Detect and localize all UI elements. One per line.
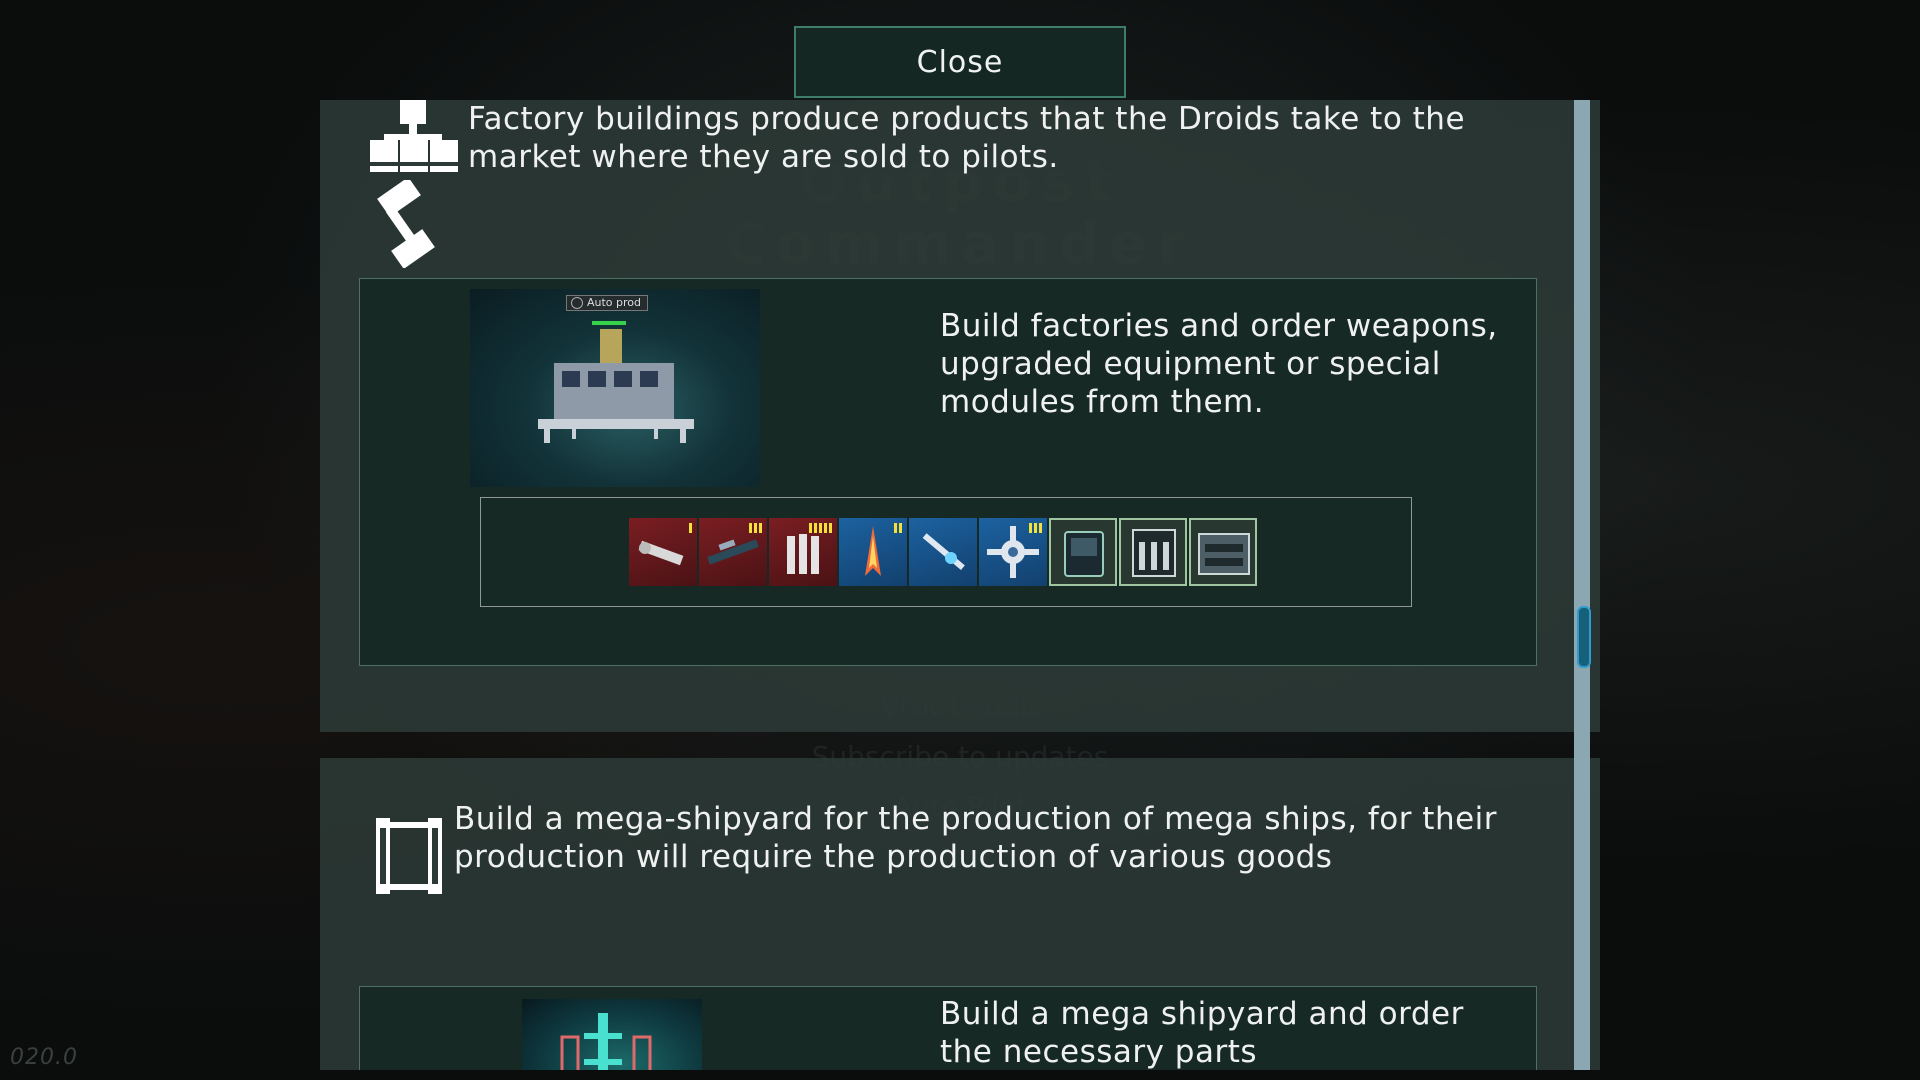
product-item-tile[interactable] [769, 518, 837, 586]
scrollbar-thumb[interactable] [1577, 606, 1591, 668]
factory-section-panel: Factory buildings produce products that … [320, 100, 1600, 732]
tier-pips [892, 523, 902, 533]
tier-pip [1034, 523, 1037, 533]
shipyard-icon [376, 818, 442, 894]
factory-card-description: Build factories and order weapons, upgra… [940, 308, 1498, 420]
factory-screenshot: Auto prod [470, 289, 760, 487]
version-label: 020.0 [10, 1045, 78, 1070]
tier-pips [747, 523, 762, 533]
tier-pip [689, 523, 692, 533]
tier-pip [749, 523, 752, 533]
tier-pip [899, 523, 902, 533]
product-item-tile[interactable] [1189, 518, 1257, 586]
product-items-strip [480, 497, 1412, 607]
help-scroll-view[interactable]: Factory buildings produce products that … [320, 100, 1600, 1070]
product-item-tile[interactable] [979, 518, 1047, 586]
scanner-module-icon [1064, 531, 1104, 577]
tier-pip [894, 523, 897, 533]
hammer-icon [377, 180, 435, 268]
tier-pip [814, 523, 817, 533]
tier-pips [1027, 523, 1042, 533]
shipyard-card-description: Build a mega shipyard and order the nece… [940, 996, 1464, 1070]
factory-icon [370, 100, 458, 172]
product-item-tile[interactable] [1119, 518, 1187, 586]
tier-pip [829, 523, 832, 533]
product-item-tile[interactable] [629, 518, 697, 586]
tier-pips [687, 523, 692, 533]
factory-info-card: Auto prod Build factories and order weap… [359, 278, 1537, 666]
shipyard-screenshot [522, 999, 702, 1070]
tier-pips [807, 523, 832, 533]
cargo-module-icon [1132, 529, 1176, 577]
product-item-tile[interactable] [839, 518, 907, 586]
close-button[interactable]: Close [794, 26, 1126, 98]
scrollbar-track[interactable] [1574, 100, 1590, 1070]
factory-station-graphic [538, 321, 694, 443]
product-item-tile[interactable] [1049, 518, 1117, 586]
mega-shipyard-graphic [560, 1013, 652, 1070]
product-item-tile[interactable] [909, 518, 977, 586]
tier-pip [809, 523, 812, 533]
tier-pip [819, 523, 822, 533]
tier-pip [759, 523, 762, 533]
tier-pip [1029, 523, 1032, 533]
product-items-row [629, 518, 1259, 586]
tier-pip [754, 523, 757, 533]
factory-intro-text: Factory buildings produce products that … [468, 101, 1466, 175]
hull-module-icon [1198, 533, 1250, 575]
product-item-tile[interactable] [699, 518, 767, 586]
tier-pip [824, 523, 827, 533]
laser-upgrade-icon [922, 533, 965, 571]
shipyard-intro-text: Build a mega-shipyard for the production… [454, 801, 1498, 875]
tier-pip [1039, 523, 1042, 533]
shipyard-info-card: Build a mega shipyard and order the nece… [359, 986, 1537, 1070]
